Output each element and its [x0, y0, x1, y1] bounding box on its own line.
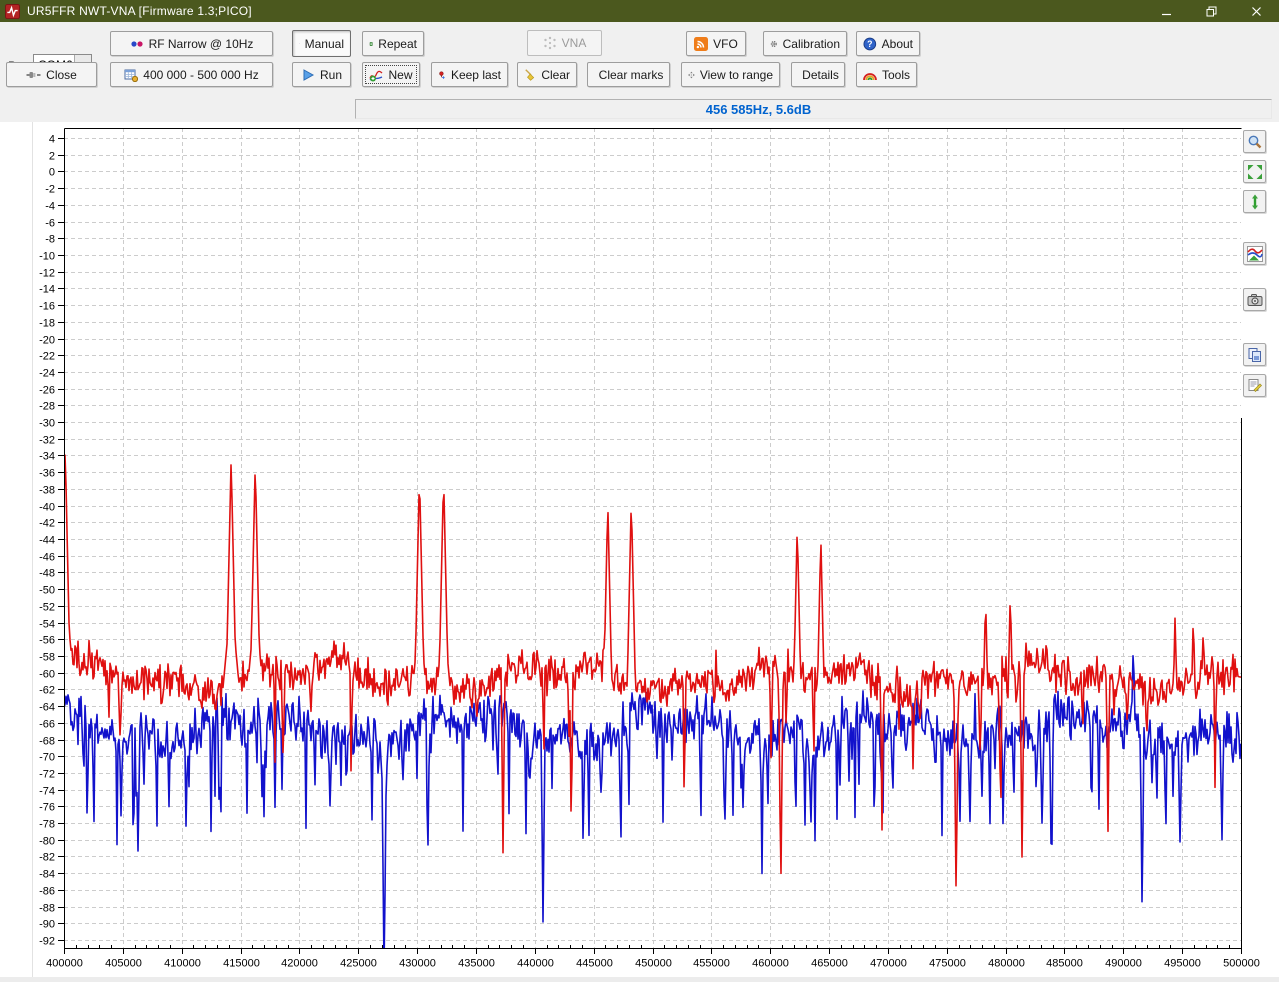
vfo-button[interactable]: VFO	[686, 31, 746, 56]
app-icon	[5, 4, 20, 19]
about-button[interactable]: ? About	[856, 31, 920, 56]
clear-marks-button[interactable]: Clear marks	[587, 62, 670, 87]
repeat-button[interactable]: Repeat	[362, 31, 424, 56]
window-controls	[1144, 0, 1279, 22]
gear-icon	[770, 37, 778, 51]
window-title: UR5FFR NWT-VNA [Firmware 1.3;PICO]	[27, 4, 252, 18]
vna-button: VNA	[527, 30, 602, 56]
sheet-gear-icon	[124, 68, 138, 82]
clear-label: Clear	[541, 68, 570, 82]
clear-button[interactable]: Clear	[517, 62, 577, 87]
dual-dots-icon	[130, 39, 144, 49]
svg-text:?: ?	[867, 39, 872, 49]
frequency-range-button[interactable]: 400 000 - 500 000 Hz	[110, 62, 273, 87]
rainbow-icon	[863, 68, 877, 81]
keep-last-button[interactable]: Keep last	[431, 62, 508, 87]
fit-window-icon	[1247, 164, 1263, 180]
run-button[interactable]: Run	[292, 62, 351, 87]
close-button[interactable]: Close	[6, 62, 97, 87]
film-strip-icon	[369, 37, 373, 51]
cursor-readout-panel: 456 585Hz, 5.6dB	[355, 99, 1272, 119]
cursor-readout: 456 585Hz, 5.6dB	[706, 102, 812, 117]
titlebar: UR5FFR NWT-VNA [Firmware 1.3;PICO]	[0, 0, 1279, 22]
broom-icon	[524, 68, 536, 82]
calibration-button[interactable]: Calibration	[763, 31, 847, 56]
details-button[interactable]: Details	[791, 62, 845, 87]
window-bottom-edge	[0, 977, 1279, 982]
toolbar: Port COM6 RF Narrow @ 10Hz Manual Repeat…	[0, 22, 1279, 96]
view-to-range-label: View to range	[700, 68, 773, 82]
app-window: UR5FFR NWT-VNA [Firmware 1.3;PICO] Port …	[0, 0, 1279, 982]
copy-button[interactable]	[1243, 343, 1266, 366]
status-row: 456 585Hz, 5.6dB	[0, 96, 1279, 122]
print-button[interactable]	[1243, 374, 1266, 397]
manual-label: Manual	[305, 37, 344, 51]
plug-icon	[26, 69, 41, 81]
zoom-button[interactable]	[1243, 130, 1266, 153]
fit-window-button[interactable]	[1243, 160, 1266, 183]
bar-chart-icon	[299, 37, 300, 50]
screenshot-button[interactable]	[1243, 288, 1266, 311]
rf-narrow-button[interactable]: RF Narrow @ 10Hz	[110, 31, 273, 56]
rf-narrow-label: RF Narrow @ 10Hz	[149, 37, 254, 51]
close-icon	[1251, 6, 1262, 17]
minimize-button[interactable]	[1144, 0, 1189, 22]
about-label: About	[882, 37, 913, 51]
details-label: Details	[802, 68, 839, 82]
view-to-range-button[interactable]: View to range	[681, 62, 780, 87]
restore-button[interactable]	[1189, 0, 1234, 22]
clear-marks-label: Clear marks	[599, 68, 664, 82]
vfo-label: VFO	[713, 37, 738, 51]
play-icon	[301, 68, 315, 82]
chart-settings-icon	[1247, 246, 1263, 262]
new-button[interactable]: New	[362, 62, 420, 87]
tools-button[interactable]: Tools	[856, 62, 917, 87]
rss-icon	[694, 37, 708, 51]
chart-panel	[0, 122, 1279, 982]
question-icon: ?	[863, 37, 877, 51]
vna-label: VNA	[562, 36, 587, 50]
run-label: Run	[320, 68, 342, 82]
print-icon	[1247, 378, 1263, 394]
calibration-label: Calibration	[783, 37, 840, 51]
close-window-button[interactable]	[1234, 0, 1279, 22]
tools-label: Tools	[882, 68, 910, 82]
chart-widget-edge	[32, 122, 33, 977]
frequency-range-label: 400 000 - 500 000 Hz	[143, 68, 258, 82]
zoom-icon	[1247, 134, 1263, 150]
new-label: New	[388, 68, 412, 82]
chart-plus-icon	[369, 68, 383, 82]
fit-vertical-icon	[1247, 194, 1263, 210]
manual-button[interactable]: Manual	[292, 30, 351, 57]
keep-last-label: Keep last	[451, 68, 501, 82]
copy-icon	[1247, 347, 1263, 363]
sparkle-icon	[543, 36, 557, 50]
pan-arrows-icon	[688, 68, 695, 82]
screenshot-icon	[1247, 292, 1263, 308]
pin-arrow-icon	[438, 68, 446, 82]
minimize-icon	[1161, 6, 1172, 17]
fit-vertical-button[interactable]	[1243, 190, 1266, 213]
repeat-label: Repeat	[378, 37, 417, 51]
close-label: Close	[46, 68, 77, 82]
restore-icon	[1206, 6, 1217, 17]
spectrum-chart[interactable]	[0, 122, 1279, 982]
chart-settings-button[interactable]	[1243, 242, 1266, 265]
